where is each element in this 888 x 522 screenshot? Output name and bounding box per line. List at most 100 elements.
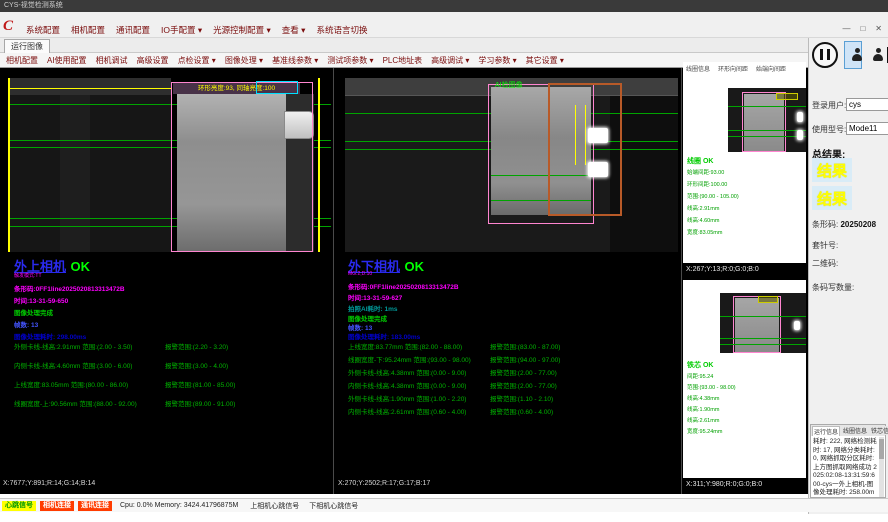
tab-strip <box>0 38 888 53</box>
middle-elapsed-time: 图像处理耗时: 183.00ms <box>348 331 420 341</box>
result-text: 结果 <box>817 188 847 209</box>
right-bottom-thumbnail[interactable] <box>720 293 806 353</box>
tool-test-params[interactable]: 测试项参数 ▾ <box>327 55 373 66</box>
tool-camera-debug[interactable]: 相机调试 <box>96 55 128 66</box>
pause-button[interactable] <box>812 42 838 68</box>
tool-ai-config[interactable]: AI使用配置 <box>47 55 87 66</box>
result-text: 结果 <box>817 160 847 181</box>
right-top-thumbnail[interactable] <box>728 88 806 152</box>
view-divider <box>333 68 334 494</box>
log-tab-core-info[interactable]: 铁芯信息 <box>870 426 888 435</box>
barcode-row: 条形码: 20250208 <box>812 219 876 230</box>
thumb-guide-line <box>728 130 806 131</box>
tool-plc-address[interactable]: PLC地址表 <box>383 55 423 66</box>
tab-run-image[interactable]: 运行图像 <box>4 39 50 54</box>
ai-image-label: AI检图像 <box>495 80 523 90</box>
log-tab-run-info[interactable]: 运行信息 <box>812 426 840 436</box>
log-scrollbar[interactable] <box>879 437 884 497</box>
tool-image-processing[interactable]: 图像处理 ▾ <box>225 55 263 66</box>
tool-spotcheck-settings[interactable]: 点检设置 ▾ <box>178 55 216 66</box>
alarm-range: 报警范围:(0.60 - 4.00) <box>490 406 553 416</box>
thumb-roi-rect <box>742 92 786 152</box>
middle-yellow-line <box>575 105 576 165</box>
thumb-connector <box>797 130 803 140</box>
middle-camera-canvas[interactable]: AI检图像 <box>345 78 678 252</box>
barcode-value: 20250208 <box>840 220 876 229</box>
small-view-line: 始端间距:93.00 <box>687 168 724 176</box>
left-camera-canvas[interactable]: 环形亮度:93, 同轴亮度:100 <box>8 78 331 252</box>
left-frame-count: 帧数: 13 <box>14 319 38 329</box>
header-ring-gap[interactable]: 环形向间距 <box>718 64 748 73</box>
menu-light-config[interactable]: 光源控制配置 ▾ <box>213 24 271 36</box>
user-login-button[interactable] <box>844 41 862 69</box>
header-start-gap[interactable]: 始端向间距 <box>756 64 786 73</box>
menu-camera-config[interactable]: 相机配置 <box>71 24 105 36</box>
tool-baseline-params[interactable]: 基准线参数 ▾ <box>272 55 318 66</box>
pause-icon <box>820 49 823 60</box>
login-user-input[interactable] <box>846 98 888 111</box>
menu-view[interactable]: 查看 ▾ <box>282 24 306 36</box>
exit-button[interactable]: ➜ <box>882 43 888 67</box>
middle-time: 时间:13-31-59-627 <box>348 292 402 302</box>
middle-yellow-line <box>585 105 586 165</box>
alarm-range: 报警范围:(1.10 - 2.10) <box>490 393 553 403</box>
small-view-line: 间距:95.24 <box>687 372 713 380</box>
menu-comm-config[interactable]: 通讯配置 <box>116 24 150 36</box>
middle-connector <box>588 162 608 177</box>
menu-io-config[interactable]: IO手配置 ▾ <box>161 24 202 36</box>
view-divider <box>681 68 682 494</box>
measurement-row: 外侧卡线-线高:2.91mm 范围:(2.00 - 3.50) <box>14 341 132 351</box>
menu-language-switch[interactable]: 系统语言切换 <box>316 24 367 36</box>
camera-connection-badge: 相机连接 <box>40 501 74 511</box>
left-image-machinery <box>8 78 171 95</box>
right-yellow-edge-line <box>318 78 320 252</box>
right-top-pixel-coordinates: X:267;Y:13;R:0;G:0;B:0 <box>683 263 806 277</box>
maximize-icon[interactable]: □ <box>860 24 865 33</box>
status-bar: 心跳信号 相机连接 通讯连接 Cpu: 0.0% Memory: 3424.41… <box>0 498 888 512</box>
middle-trigger-mode: MG:2;D:10 <box>348 271 372 277</box>
middle-pixel-coordinates: X:270;Y:2502;R:17;G:17;B:17 <box>338 480 430 487</box>
small-view-line: 线高:2.91mm <box>687 204 719 212</box>
small-view-line: 铁芯 OK <box>687 360 713 370</box>
left-time: 时间:13-31-59-650 <box>14 295 68 305</box>
header-coil-info[interactable]: 线圈信息 <box>686 64 710 73</box>
close-icon[interactable]: ✕ <box>875 24 882 33</box>
left-status-ok: OK <box>70 259 90 274</box>
alarm-range: 报警范围:(83.00 - 87.00) <box>490 341 560 351</box>
window-titlebar: CYS-视觉检测系统 <box>0 0 888 12</box>
pause-icon <box>827 49 830 60</box>
tool-other-settings[interactable]: 其它设置 ▾ <box>526 55 564 66</box>
tool-advanced-settings[interactable]: 高级设置 <box>137 55 169 66</box>
thumb-guide-line <box>720 344 806 345</box>
thumb-guide-line <box>728 106 806 107</box>
user-manage-button[interactable] <box>866 43 882 67</box>
menu-system-config[interactable]: 系统配置 <box>26 24 60 36</box>
thumb-connector <box>794 321 800 330</box>
user-icon <box>851 48 855 62</box>
middle-barcode: 条形码:0FF1line2025020813313472B <box>348 281 459 291</box>
scrollbar-thumb[interactable] <box>879 439 884 459</box>
small-view-line: 线圈 OK <box>687 156 713 166</box>
measurement-row: 线圈宽度-上:90.56mm 范围:(88.00 - 92.00) <box>14 398 137 408</box>
left-yellow-edge-line <box>8 78 10 252</box>
alarm-range: 报警范围:(94.00 - 97.00) <box>490 354 560 364</box>
log-tabs: 运行信息 线圈信息 铁芯信息 <box>811 425 885 436</box>
barcode-label: 条形码: <box>812 220 838 229</box>
thumb-guide-line <box>720 338 806 339</box>
thumb-guide-line <box>728 136 806 137</box>
middle-status-ok: OK <box>404 259 424 274</box>
model-input[interactable] <box>846 122 888 135</box>
left-cyan-rect <box>256 81 298 94</box>
minimize-icon[interactable]: — <box>842 24 850 33</box>
small-view-line: 宽度:83.05mm <box>687 228 722 236</box>
result-box-1: 结果 <box>812 158 852 182</box>
middle-connector <box>588 128 608 143</box>
measurement-row: 内侧卡线-线高:4.38mm 范围:(0.00 - 9.00) <box>348 380 466 390</box>
thumb-connector <box>797 112 803 122</box>
small-view-line: 宽度:95.24mm <box>687 427 722 435</box>
tool-advanced-debug[interactable]: 高级调试 ▾ <box>431 55 469 66</box>
yellow-horizontal-line <box>10 88 171 89</box>
tool-learning-params[interactable]: 学习参数 ▾ <box>478 55 516 66</box>
tool-camera-config[interactable]: 相机配置 <box>6 55 38 66</box>
log-tab-coil-info[interactable]: 线圈信息 <box>842 426 868 435</box>
